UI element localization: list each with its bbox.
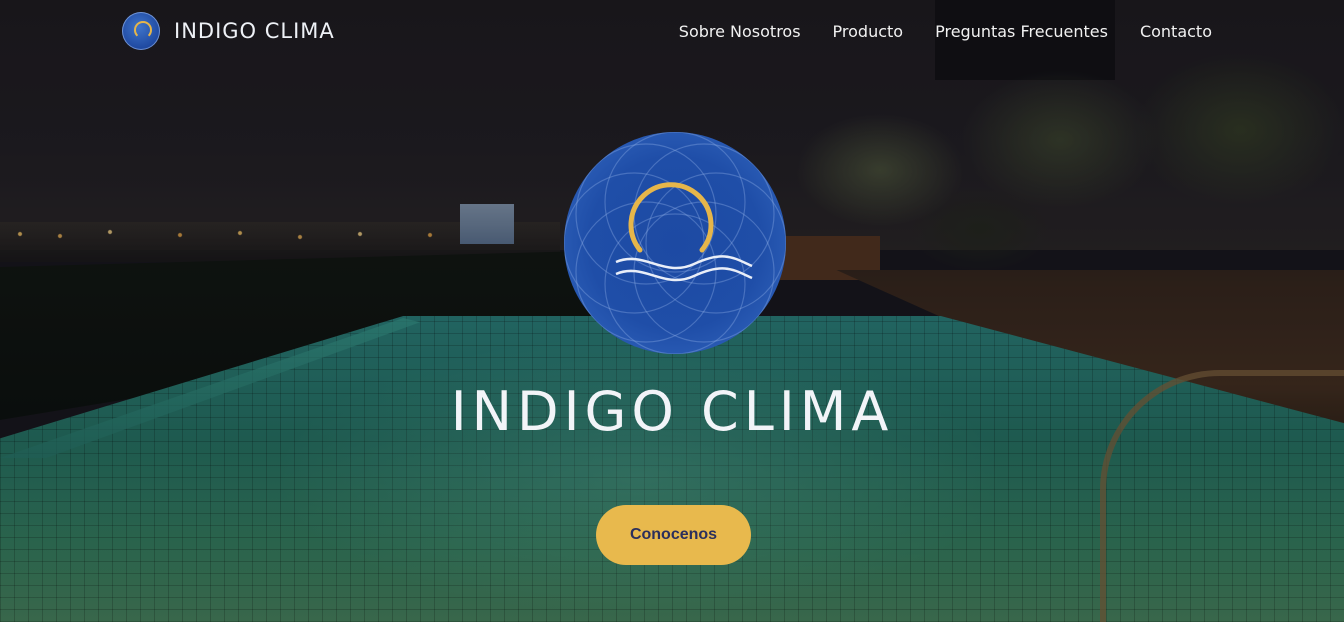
indigo-clima-logo-icon: [122, 12, 160, 50]
nav-link-producto[interactable]: Producto: [833, 22, 904, 41]
brand-name: INDIGO CLIMA: [174, 19, 335, 43]
main-nav: Sobre Nosotros Producto Preguntas Frecue…: [679, 22, 1212, 41]
conocenos-button[interactable]: Conocenos: [596, 505, 751, 565]
nav-link-sobre-nosotros[interactable]: Sobre Nosotros: [679, 22, 801, 41]
nav-link-preguntas-frecuentes[interactable]: Preguntas Frecuentes: [935, 22, 1108, 41]
nav-link-contacto[interactable]: Contacto: [1140, 22, 1212, 41]
site-header: INDIGO CLIMA Sobre Nosotros Producto Pre…: [0, 0, 1344, 66]
hero-title: INDIGO CLIMA: [450, 380, 894, 443]
sun-over-waves-logo-icon: [564, 132, 786, 354]
page: INDIGO CLIMA Sobre Nosotros Producto Pre…: [0, 0, 1344, 622]
brand-home-link[interactable]: INDIGO CLIMA: [122, 12, 335, 50]
